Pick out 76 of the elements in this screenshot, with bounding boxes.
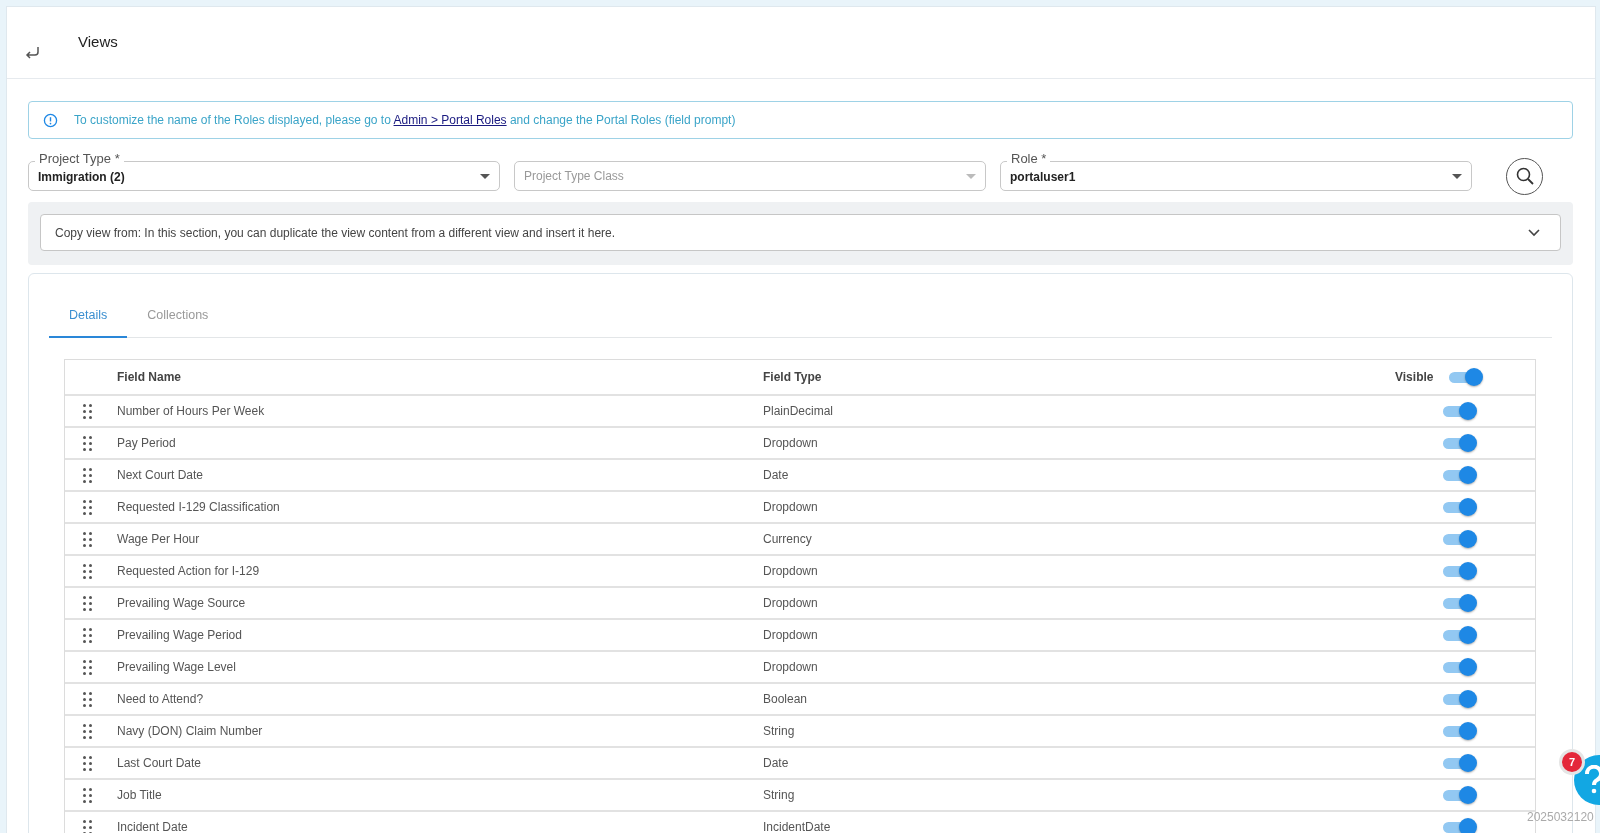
table-cell-text: Prevailing Wage Source: [117, 596, 247, 610]
table-cell-text: PlainDecimal: [763, 404, 835, 418]
build-number-label: 2025032120: [1527, 810, 1594, 824]
copy-view-dropdown[interactable]: Copy view from: In this section, you can duplicate the view content from a different view and insert it here.: [40, 214, 1561, 251]
table-cell-text: Date: [763, 756, 790, 770]
table-cell-text: Dropdown: [763, 660, 819, 674]
table-cell-text: Pay Period: [117, 436, 177, 450]
visibility-toggle[interactable]: [1443, 690, 1477, 708]
back-arrow-icon[interactable]: [24, 44, 40, 59]
field-label: Project Type *: [35, 151, 124, 167]
visibility-toggle[interactable]: [1443, 402, 1477, 420]
column-header: Visible: [1395, 370, 1434, 384]
search-icon: [1514, 166, 1535, 186]
table-cell-text: Dropdown: [763, 596, 819, 610]
table-cell-text: Number of Hours Per Week: [117, 404, 266, 418]
drag-handle-icon[interactable]: [82, 755, 92, 771]
caret-icon: [480, 173, 490, 179]
table-cell-text: IncidentDate: [763, 820, 832, 833]
table-cell-text: Prevailing Wage Period: [117, 628, 243, 642]
table-cell-text: Dropdown: [763, 628, 819, 642]
visibility-toggle[interactable]: [1449, 368, 1484, 386]
tab[interactable]: Details: [49, 308, 128, 338]
visibility-toggle[interactable]: [1443, 562, 1477, 580]
table-cell-text: Navy (DON) Claim Number: [117, 724, 264, 738]
visibility-toggle[interactable]: [1443, 754, 1477, 772]
info-icon: [43, 112, 58, 128]
select-field[interactable]: Project Type * Immigration (2): [28, 151, 500, 191]
visibility-toggle[interactable]: [1443, 626, 1477, 644]
page-title: Views: [78, 33, 118, 50]
help-icon: [1584, 765, 1600, 795]
visibility-toggle[interactable]: [1443, 818, 1477, 833]
visibility-toggle[interactable]: [1443, 498, 1477, 516]
table-cell-text: Incident Date: [117, 820, 189, 833]
table-cell-text: Date: [763, 468, 790, 482]
drag-handle-icon[interactable]: [82, 787, 92, 803]
table-cell-text: Prevailing Wage Level: [117, 660, 237, 674]
drag-handle-icon[interactable]: [82, 723, 92, 739]
table-cell-text: Next Court Date: [117, 468, 205, 482]
table-cell-text: Dropdown: [763, 500, 819, 514]
info-message: To customize the name of the Roles displayed, please go to Admin > Portal Roles and change the Portal Roles (field prompt): [74, 113, 736, 127]
column-header: Field Type: [763, 370, 823, 384]
drag-handle-icon[interactable]: [82, 467, 92, 483]
table-cell-text: Job Title: [117, 788, 163, 802]
select-field[interactable]: Role * portaluser1: [1000, 151, 1472, 191]
table-cell-text: String: [763, 724, 796, 738]
table-cell-text: Boolean: [763, 692, 809, 706]
drag-handle-icon[interactable]: [82, 659, 92, 675]
table-cell-text: Last Court Date: [117, 756, 203, 770]
caret-icon: [966, 173, 976, 179]
drag-handle-icon[interactable]: [82, 595, 92, 611]
table-cell-text: Wage Per Hour: [117, 532, 201, 546]
caret-icon: [1452, 173, 1462, 179]
visibility-toggle[interactable]: [1443, 658, 1477, 676]
table-cell-text: String: [763, 788, 796, 802]
table-cell-text: Need to Attend?: [117, 692, 205, 706]
portal-roles-link[interactable]: Admin > Portal Roles: [393, 113, 507, 127]
table-cell-text: Dropdown: [763, 564, 819, 578]
drag-handle-icon[interactable]: [82, 403, 92, 419]
table-cell-text: Dropdown: [763, 436, 819, 450]
visibility-toggle[interactable]: [1443, 594, 1477, 612]
drag-handle-icon[interactable]: [82, 499, 92, 515]
drag-handle-icon[interactable]: [82, 435, 92, 451]
drag-handle-icon[interactable]: [82, 691, 92, 707]
visibility-toggle[interactable]: [1443, 530, 1477, 548]
column-header: Field Name: [117, 370, 183, 384]
table-cell-text: Requested I-129 Classification: [117, 500, 281, 514]
table-cell-text: Currency: [763, 532, 813, 546]
drag-handle-icon[interactable]: [82, 531, 92, 547]
visibility-toggle[interactable]: [1443, 466, 1477, 484]
visibility-toggle[interactable]: [1443, 786, 1477, 804]
drag-handle-icon[interactable]: [82, 563, 92, 579]
notification-badge: 7: [1562, 752, 1582, 772]
visibility-toggle[interactable]: [1443, 434, 1477, 452]
visibility-toggle[interactable]: [1443, 722, 1477, 740]
table-cell-text: Requested Action for I-129: [117, 564, 261, 578]
drag-handle-icon[interactable]: [82, 627, 92, 643]
